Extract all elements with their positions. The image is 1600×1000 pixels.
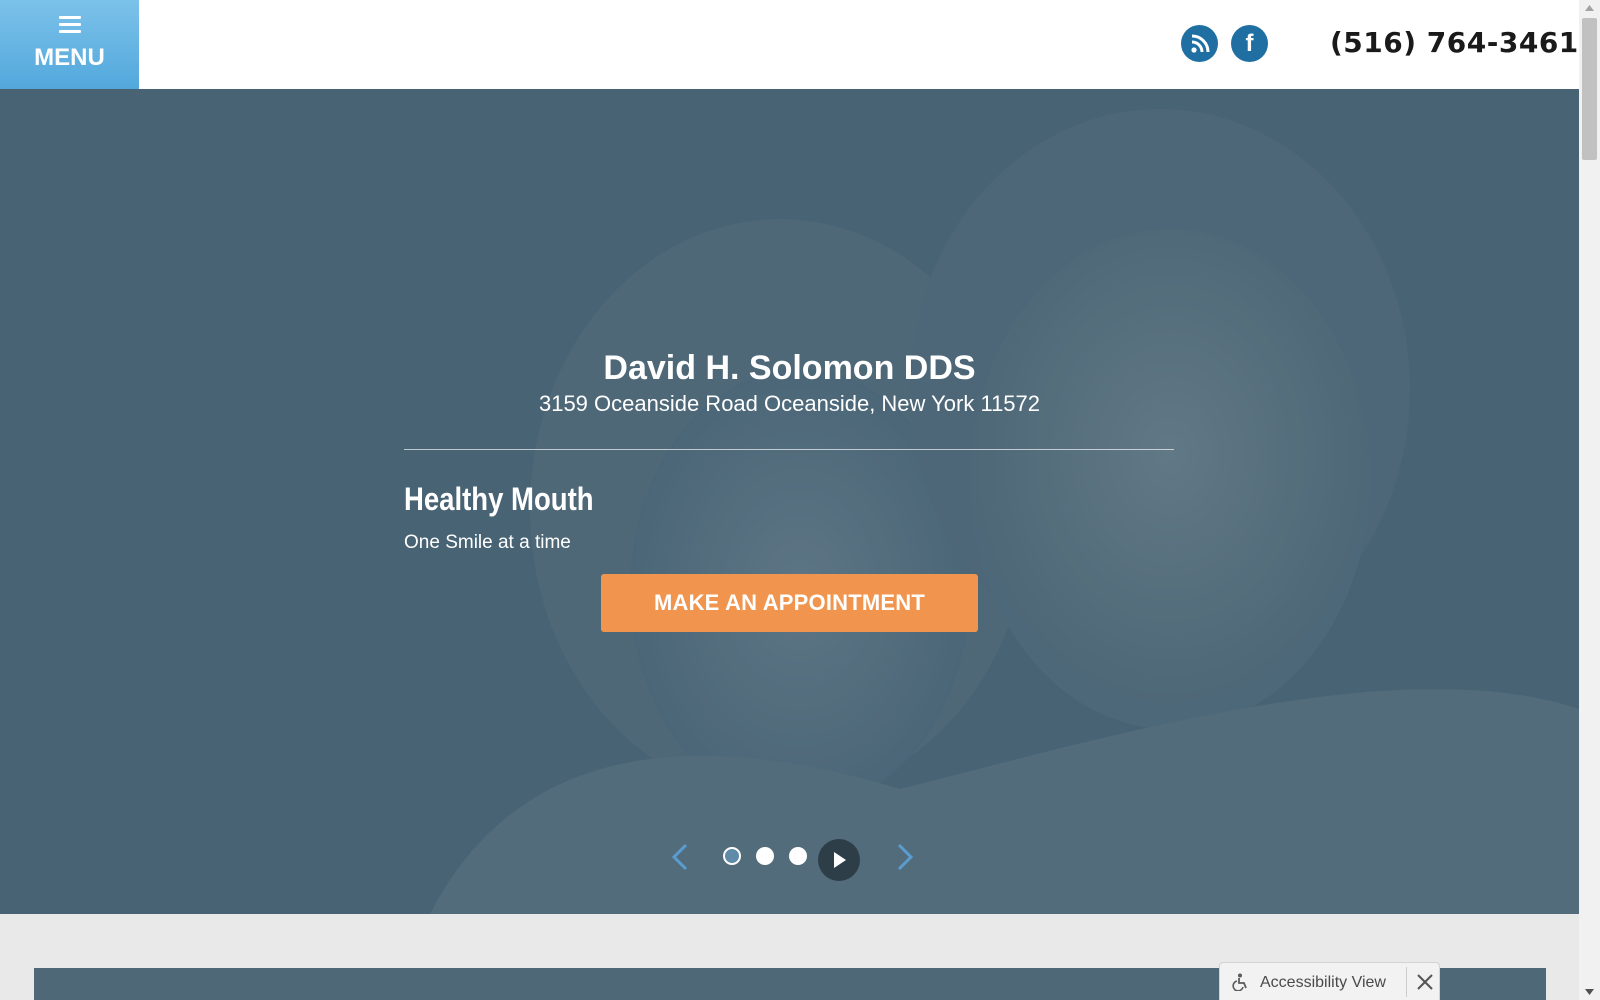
chevron-right-icon[interactable]	[893, 841, 917, 873]
close-icon[interactable]	[1416, 973, 1434, 991]
menu-button[interactable]: MENU	[0, 0, 139, 89]
make-appointment-button[interactable]: MAKE AN APPOINTMENT	[601, 574, 978, 632]
phone-number[interactable]: (516) 764-3461	[1330, 26, 1579, 59]
slide-title: Healthy Mouth	[404, 481, 594, 517]
hero-divider	[404, 449, 1174, 450]
chevron-left-icon[interactable]	[668, 841, 692, 873]
practice-address: 3159 Oceanside Road Oceanside, New York …	[538, 391, 1041, 416]
slide-subtitle: One Smile at a time	[404, 532, 571, 553]
facebook-icon[interactable]: f	[1231, 25, 1268, 62]
accessibility-widget[interactable]: Accessibility View	[1219, 962, 1440, 1000]
widget-separator	[1406, 967, 1407, 997]
accessibility-label: Accessibility View	[1260, 974, 1386, 991]
carousel-dot-2[interactable]	[756, 847, 774, 865]
scrollbar[interactable]	[1579, 0, 1600, 1000]
practice-name: David H. Solomon DDS	[603, 349, 976, 387]
rss-icon[interactable]	[1181, 25, 1218, 62]
scroll-up-icon[interactable]	[1584, 4, 1595, 12]
accessibility-icon	[1232, 973, 1247, 991]
carousel-dot-3[interactable]	[789, 847, 807, 865]
scroll-down-icon[interactable]	[1584, 988, 1595, 996]
play-icon[interactable]	[818, 839, 860, 881]
site-header: MENU f (516) 764-3461	[0, 0, 1579, 89]
hero-slider: David H. Solomon DDS 3159 Oceanside Road…	[0, 89, 1579, 914]
hero-overlay	[0, 89, 1579, 914]
facebook-glyph: f	[1245, 29, 1254, 57]
carousel-dot-1[interactable]	[723, 847, 741, 865]
hamburger-icon	[59, 16, 81, 34]
menu-label: MENU	[34, 44, 105, 71]
scrollbar-thumb[interactable]	[1582, 18, 1597, 160]
